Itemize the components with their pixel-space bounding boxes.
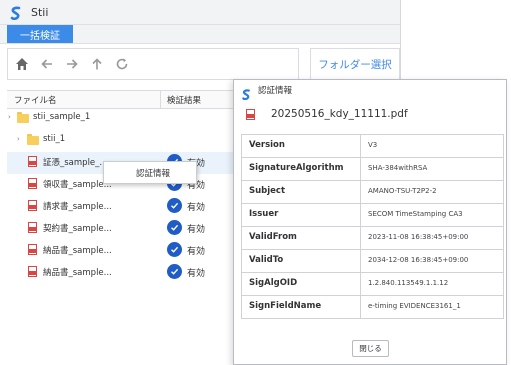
tab-batch-verify[interactable]: 一括検証 <box>7 25 73 43</box>
property-key: ValidFrom <box>249 232 297 242</box>
chevron-right-icon[interactable]: › <box>17 135 20 143</box>
property-key: Version <box>249 140 285 150</box>
check-circle-icon <box>167 242 182 257</box>
pdf-file-icon <box>246 109 255 120</box>
property-key: ValidTo <box>249 255 284 265</box>
status-label: 有効 <box>187 203 206 213</box>
column-divider <box>160 91 161 108</box>
pdf-file-icon <box>28 178 37 189</box>
close-button[interactable]: 閉じる <box>352 340 389 357</box>
toolbar: フォルダー選択 <box>7 46 400 82</box>
folder-icon <box>17 112 29 123</box>
property-row: Version V3 <box>242 135 503 158</box>
refresh-icon <box>116 58 128 70</box>
home-button[interactable] <box>11 53 33 75</box>
property-row: SigAlgOID 1.2.840.113549.1.1.12 <box>242 273 503 296</box>
dialog-title: 認証情報 <box>258 86 293 96</box>
arrow-left-icon <box>41 59 52 69</box>
property-row: Subject AMANO-TSU-T2P2-2 <box>242 181 503 204</box>
property-key: SignFieldName <box>249 301 322 311</box>
row-label: 領収書_sample... <box>43 180 112 190</box>
navigation-bar <box>7 48 299 80</box>
cert-properties-table: Version V3 SignatureAlgorithm SHA-384wit… <box>241 134 504 319</box>
chevron-right-icon[interactable]: › <box>8 113 11 121</box>
property-value: SECOM TimeStamping CA3 <box>368 210 463 218</box>
row-label: 請求書_sample... <box>43 202 112 212</box>
folder-select-button[interactable]: フォルダー選択 <box>310 48 400 80</box>
property-value: SHA-384withRSA <box>368 164 428 172</box>
stii-logo-icon <box>241 85 252 100</box>
row-label: stii_sample_1 <box>33 112 91 122</box>
column-header-filename[interactable]: ファイル名 <box>14 94 57 106</box>
property-key: Subject <box>249 186 286 196</box>
check-circle-icon <box>167 220 182 235</box>
dialog-header: 認証情報 <box>234 80 506 100</box>
home-icon <box>16 58 28 70</box>
property-row: ValidFrom 2023-11-08 16:38:45+09:00 <box>242 227 503 250</box>
property-key: SignatureAlgorithm <box>249 163 344 173</box>
pdf-file-icon <box>28 244 37 255</box>
cert-info-dialog: 認証情報 20250516_kdy_11111.pdf Version V3 S… <box>233 79 507 365</box>
row-label: 証憑_sample_... <box>43 158 108 168</box>
menu-bar: 一括検証 <box>0 25 400 44</box>
property-row: SignFieldName e-timing EVIDENCE3161_1 <box>242 296 503 318</box>
property-key: Issuer <box>249 209 279 219</box>
refresh-button[interactable] <box>111 53 133 75</box>
property-row: Issuer SECOM TimeStamping CA3 <box>242 204 503 227</box>
property-value: AMANO-TSU-T2P2-2 <box>368 187 437 195</box>
property-value: 2034-12-08 16:38:45+09:00 <box>368 256 469 264</box>
row-label: 契約書_sample... <box>43 224 112 234</box>
up-button[interactable] <box>86 53 108 75</box>
property-row: ValidTo 2034-12-08 16:38:45+09:00 <box>242 250 503 273</box>
status-label: 有効 <box>187 247 206 257</box>
row-label: 納品書_sample... <box>43 246 112 256</box>
pdf-file-icon <box>28 156 37 167</box>
property-value: e-timing EVIDENCE3161_1 <box>368 302 461 310</box>
column-header-result[interactable]: 検証結果 <box>167 94 201 106</box>
row-label: 納品書_sample... <box>43 268 112 278</box>
arrow-up-icon <box>92 58 102 70</box>
arrow-right-icon <box>67 59 78 69</box>
property-value: 1.2.840.113549.1.1.12 <box>368 279 449 287</box>
status-label: 有効 <box>187 269 206 279</box>
check-circle-icon <box>167 198 182 213</box>
check-circle-icon <box>167 264 182 279</box>
property-key: SigAlgOID <box>249 278 298 288</box>
property-row: SignatureAlgorithm SHA-384withRSA <box>242 158 503 181</box>
back-button[interactable] <box>36 53 58 75</box>
app-title: Stii <box>31 5 49 19</box>
title-bar: Stii <box>0 0 400 25</box>
forward-button[interactable] <box>61 53 83 75</box>
status-label: 有効 <box>187 225 206 235</box>
dialog-file-name: 20250516_kdy_11111.pdf <box>271 108 408 120</box>
folder-icon <box>27 134 39 145</box>
context-menu: 認証情報 <box>103 161 197 184</box>
pdf-file-icon <box>28 266 37 277</box>
property-value: V3 <box>368 141 378 149</box>
stii-logo-icon <box>9 5 23 21</box>
row-label: stii_1 <box>43 134 66 144</box>
pdf-file-icon <box>28 200 37 211</box>
context-menu-item-cert-info[interactable]: 認証情報 <box>136 167 170 179</box>
pdf-file-icon <box>28 222 37 233</box>
property-value: 2023-11-08 16:38:45+09:00 <box>368 233 469 241</box>
